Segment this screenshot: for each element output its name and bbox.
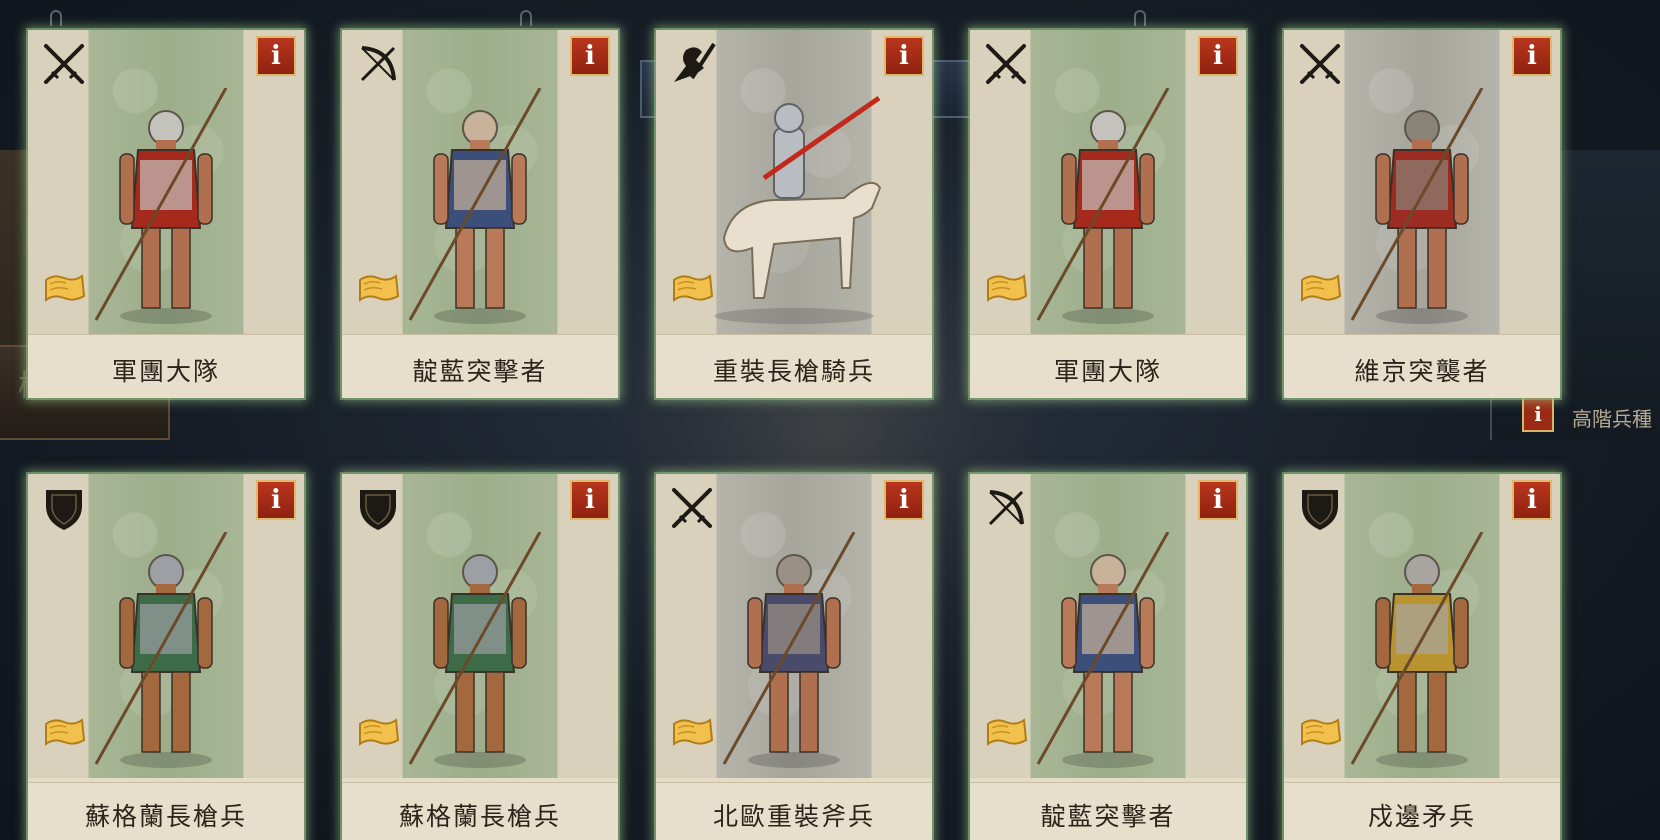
info-button[interactable]: i <box>1198 480 1238 520</box>
scottish-pikeman-figure <box>408 532 542 768</box>
scottish-pikeman-figure <box>94 532 228 768</box>
unit-name: 靛藍突擊者 <box>970 782 1246 840</box>
unit-card-9[interactable]: i 靛藍突擊者 <box>970 474 1246 840</box>
unit-card-4[interactable]: i 軍團大隊 <box>970 30 1246 398</box>
shield-icon <box>46 490 82 530</box>
bow-icon <box>988 490 1024 526</box>
scroll-icon <box>45 274 86 302</box>
unit-card-grid: i 軍團大隊 i 靛藍突擊者 i 重裝長槍騎兵 i 軍團大隊 i 維京突襲者 i… <box>0 0 1660 840</box>
swords-icon <box>44 44 84 84</box>
unit-card-6[interactable]: i 蘇格蘭長槍兵 <box>28 474 304 840</box>
woad-raider-figure <box>1036 532 1170 768</box>
legion-soldier-figure <box>94 88 228 324</box>
scroll-icon <box>1301 274 1342 302</box>
scroll-icon <box>673 274 714 302</box>
info-button[interactable]: i <box>1512 36 1552 76</box>
swords-icon <box>672 488 712 528</box>
viking-raider-figure <box>1350 88 1484 324</box>
info-button[interactable]: i <box>884 36 924 76</box>
unit-card-8[interactable]: i 北歐重裝斧兵 <box>656 474 932 840</box>
shield-icon <box>360 490 396 530</box>
unit-name: 戍邊矛兵 <box>1284 782 1560 840</box>
unit-card-2[interactable]: i 靛藍突擊者 <box>342 30 618 398</box>
scroll-icon <box>987 274 1028 302</box>
unit-name: 軍團大隊 <box>970 334 1246 398</box>
info-button[interactable]: i <box>1198 36 1238 76</box>
legion-soldier-figure <box>1036 88 1170 324</box>
swords-icon <box>986 44 1026 84</box>
info-button[interactable]: i <box>570 36 610 76</box>
unit-name: 蘇格蘭長槍兵 <box>342 782 618 840</box>
info-button[interactable]: i <box>256 480 296 520</box>
unit-card-10[interactable]: i 戍邊矛兵 <box>1284 474 1560 840</box>
unit-name: 維京突襲者 <box>1284 334 1560 398</box>
horse-lance-icon <box>674 42 716 82</box>
unit-name: 蘇格蘭長槍兵 <box>28 782 304 840</box>
unit-card-3[interactable]: i 重裝長槍騎兵 <box>656 30 932 398</box>
unit-name: 軍團大隊 <box>28 334 304 398</box>
scroll-icon <box>1301 718 1342 746</box>
info-button[interactable]: i <box>256 36 296 76</box>
scroll-icon <box>359 274 400 302</box>
info-button[interactable]: i <box>1512 480 1552 520</box>
info-button[interactable]: i <box>570 480 610 520</box>
scroll-icon <box>359 718 400 746</box>
unit-name: 靛藍突擊者 <box>342 334 618 398</box>
swords-icon <box>1300 44 1340 84</box>
unit-card-7[interactable]: i 蘇格蘭長槍兵 <box>342 474 618 840</box>
scroll-icon <box>45 718 86 746</box>
unit-card-1[interactable]: i 軍團大隊 <box>28 30 304 398</box>
norse-axeman-figure <box>722 532 856 768</box>
unit-name: 北歐重裝斧兵 <box>656 782 932 840</box>
woad-raider-figure <box>408 88 542 324</box>
bow-icon <box>360 46 396 82</box>
scroll-icon <box>673 718 714 746</box>
scroll-icon <box>987 718 1028 746</box>
border-spearman-figure <box>1350 532 1484 768</box>
shield-icon <box>1302 490 1338 530</box>
unit-card-5[interactable]: i 維京突襲者 <box>1284 30 1560 398</box>
unit-name: 重裝長槍騎兵 <box>656 334 932 398</box>
info-button[interactable]: i <box>884 480 924 520</box>
lance-knight-figure <box>714 95 882 324</box>
